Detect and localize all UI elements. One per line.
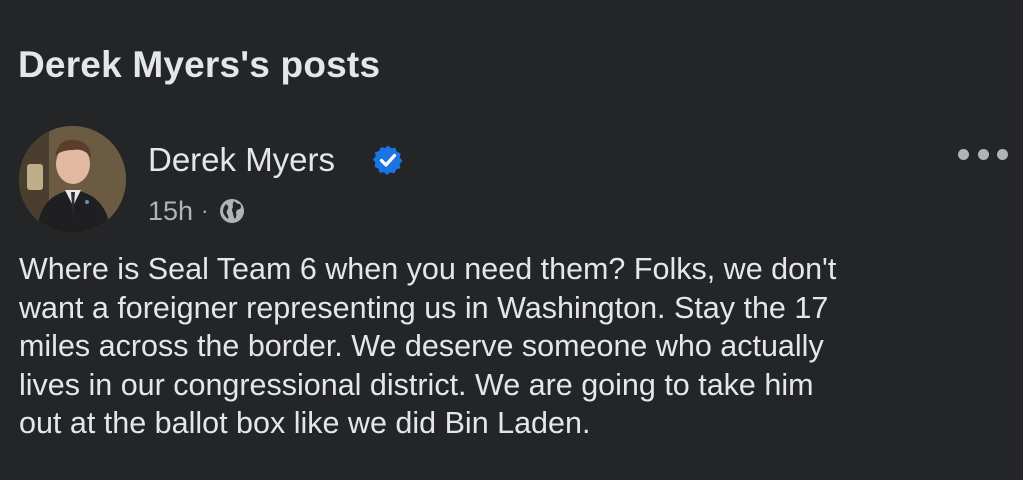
post-meta: 15h · bbox=[148, 194, 246, 228]
globe-icon[interactable] bbox=[218, 197, 246, 225]
posts-page: Derek Myers's posts Derek Myers 15h · Wh… bbox=[0, 0, 1023, 480]
page-title: Derek Myers's posts bbox=[18, 44, 381, 85]
meta-separator: · bbox=[201, 198, 209, 223]
post-card: Derek Myers 15h · Where is Seal Team 6 w… bbox=[0, 120, 1023, 480]
avatar-photo bbox=[19, 126, 126, 233]
author-name[interactable]: Derek Myers bbox=[148, 140, 335, 180]
more-options-button[interactable] bbox=[958, 142, 1008, 166]
verified-badge-icon bbox=[372, 145, 403, 175]
author-avatar[interactable] bbox=[19, 126, 126, 233]
more-options-icon bbox=[958, 148, 969, 160]
post-text: Where is Seal Team 6 when you need them?… bbox=[19, 252, 837, 440]
post-timestamp[interactable]: 15h bbox=[148, 196, 193, 227]
